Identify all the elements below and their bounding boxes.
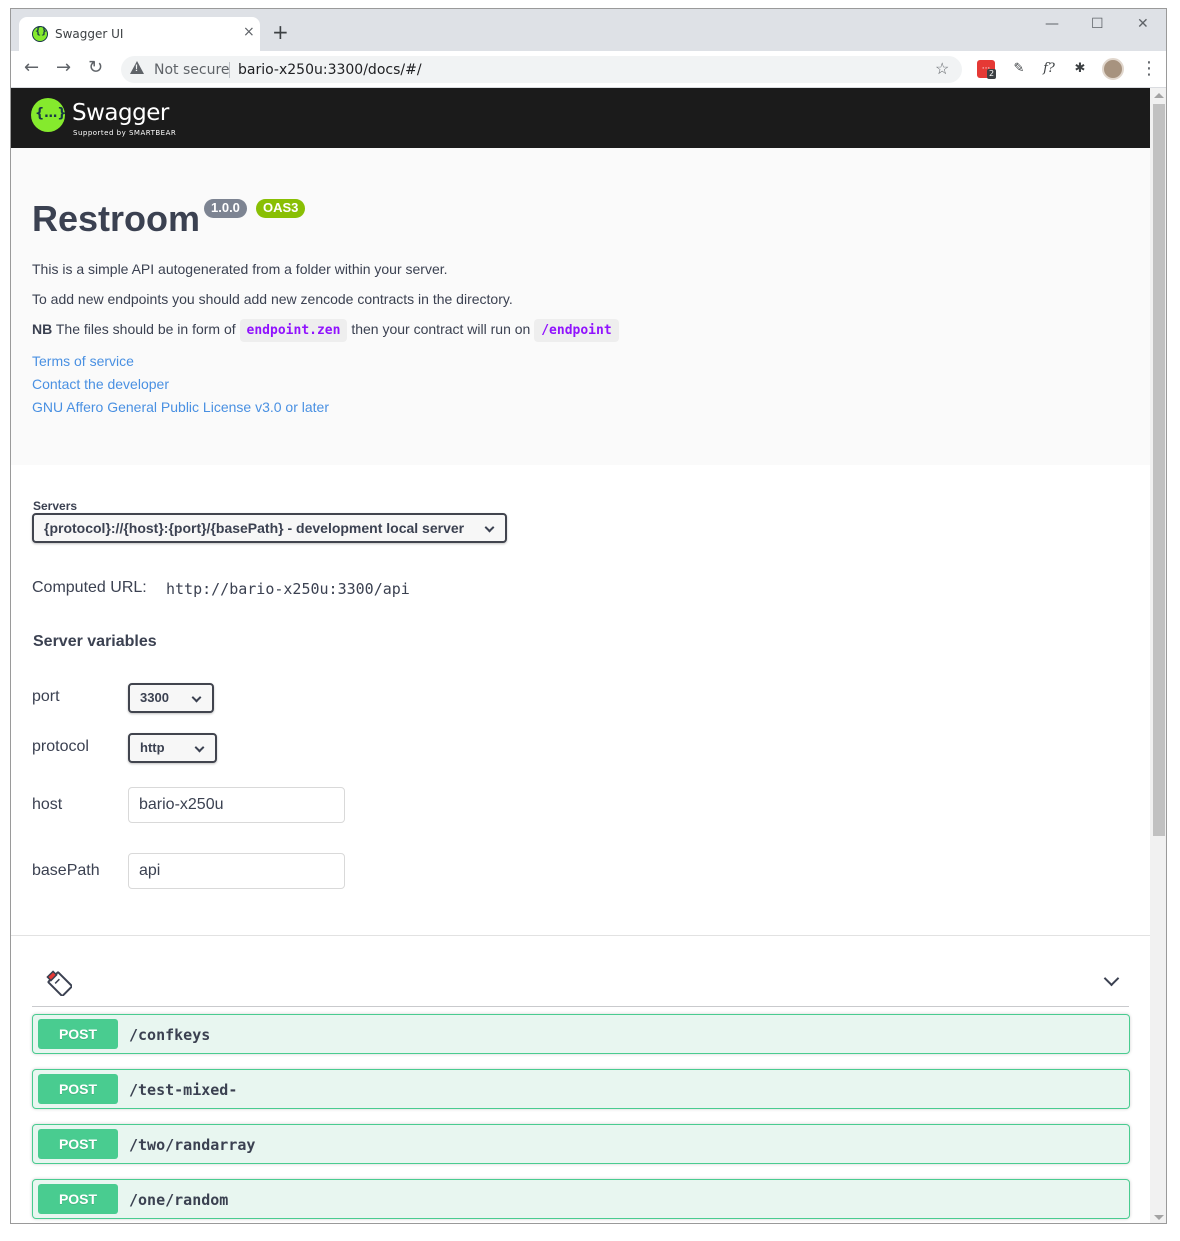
protocol-select-value: http bbox=[140, 740, 165, 755]
method-badge: POST bbox=[38, 1074, 118, 1104]
host-label: host bbox=[32, 796, 63, 813]
operation-path: /two/randarray bbox=[129, 1136, 256, 1154]
url-text[interactable]: bario-x250u:3300/docs/#/ bbox=[238, 62, 422, 78]
reload-button[interactable]: ↻ bbox=[88, 58, 103, 78]
puzzle-icon[interactable]: ✱ bbox=[1071, 60, 1089, 78]
swagger-topbar: Swagger Supported by SMARTBEAR bbox=[11, 88, 1150, 148]
code-endpoint-zen: endpoint.zen bbox=[239, 319, 348, 342]
port-label: port bbox=[32, 688, 60, 705]
browser-tab[interactable]: Swagger UI × bbox=[19, 17, 260, 51]
host-input[interactable]: bario-x250u bbox=[128, 787, 345, 823]
contact-developer-link[interactable]: Contact the developer bbox=[32, 376, 169, 392]
font-extension-icon[interactable]: f? bbox=[1040, 60, 1058, 78]
operation-path: /one/random bbox=[129, 1191, 229, 1209]
server-select[interactable]: {protocol}://{host}:{port}/{basePath} - … bbox=[32, 513, 507, 543]
operation-path: /confkeys bbox=[129, 1026, 211, 1044]
security-label[interactable]: Not secure bbox=[154, 62, 230, 78]
bookmark-star-icon[interactable]: ☆ bbox=[935, 59, 949, 79]
operation-path: /test-mixed- bbox=[129, 1081, 238, 1099]
scrollbar-thumb[interactable] bbox=[1153, 104, 1165, 836]
description-line-1: This is a simple API autogenerated from … bbox=[32, 261, 448, 277]
description-text-b: then your contract will run on bbox=[351, 321, 531, 337]
scroll-up-arrow-icon[interactable] bbox=[1154, 93, 1164, 98]
browser-menu-icon[interactable]: ⋮ bbox=[1140, 58, 1158, 79]
method-badge: POST bbox=[38, 1184, 118, 1214]
opblock-two-randarray[interactable]: POST /two/randarray bbox=[32, 1124, 1130, 1164]
chevron-down-icon bbox=[191, 692, 202, 703]
computed-url-label: Computed URL: bbox=[32, 579, 147, 596]
back-button[interactable]: ← bbox=[24, 58, 39, 78]
maximize-button[interactable]: ☐ bbox=[1091, 16, 1104, 32]
opblock-confkeys[interactable]: POST /confkeys bbox=[32, 1014, 1130, 1054]
forward-button[interactable]: → bbox=[56, 58, 71, 78]
swagger-favicon-icon bbox=[32, 26, 48, 42]
tab-title: Swagger UI bbox=[55, 27, 124, 41]
description-line-2: To add new endpoints you should add new … bbox=[32, 291, 513, 307]
servers-label: Servers bbox=[33, 499, 78, 513]
basepath-label: basePath bbox=[32, 862, 100, 879]
version-badge: 1.0.0 bbox=[204, 199, 247, 218]
api-title: Restroom bbox=[32, 198, 201, 239]
chevron-down-icon bbox=[194, 742, 205, 753]
swagger-logo-icon[interactable] bbox=[31, 98, 67, 132]
port-select[interactable]: 3300 bbox=[128, 683, 214, 713]
opblock-one-random[interactable]: POST /one/random bbox=[32, 1179, 1130, 1219]
code-endpoint-path: /endpoint bbox=[534, 319, 619, 342]
omnibox-divider bbox=[229, 62, 230, 78]
minimize-button[interactable]: — bbox=[1045, 16, 1059, 32]
browser-toolbar: ← → ↻ Not secure bario-x250u:3300/docs/#… bbox=[11, 51, 1166, 88]
eyedropper-extension-icon[interactable]: ✎ bbox=[1010, 60, 1028, 78]
nb-label: NB bbox=[32, 321, 53, 337]
opblock-test-mixed[interactable]: POST /test-mixed- bbox=[32, 1069, 1130, 1109]
protocol-select[interactable]: http bbox=[128, 733, 217, 763]
api-info: Restroom 1.0.0 OAS3 This is a simple API… bbox=[11, 148, 1150, 465]
server-select-value: {protocol}://{host}:{port}/{basePath} - … bbox=[44, 520, 465, 536]
browser-window: Swagger UI × + — ☐ ✕ ← → ↻ Not secure ba… bbox=[10, 8, 1167, 1224]
operations-section: POST /confkeys POST /test-mixed- POST /t… bbox=[11, 935, 1150, 1223]
description-text-a: The files should be in form of bbox=[55, 321, 236, 337]
port-select-value: 3300 bbox=[140, 690, 169, 705]
collapse-chevron-icon[interactable] bbox=[1103, 970, 1120, 987]
description-line-3: NB The files should be in form of endpoi… bbox=[32, 319, 619, 342]
scroll-down-arrow-icon[interactable] bbox=[1154, 1215, 1164, 1220]
new-tab-button[interactable]: + bbox=[272, 22, 289, 42]
computed-url-value: http://bario-x250u:3300/api bbox=[166, 580, 410, 598]
basepath-input[interactable]: api bbox=[128, 853, 345, 889]
terms-of-service-link[interactable]: Terms of service bbox=[32, 353, 134, 369]
method-badge: POST bbox=[38, 1019, 118, 1049]
servers-section: Servers {protocol}://{host}:{port}/{base… bbox=[11, 465, 1150, 935]
tag-section-header[interactable] bbox=[32, 964, 1129, 1007]
tag-icon bbox=[46, 970, 72, 996]
profile-avatar[interactable] bbox=[1102, 58, 1124, 80]
chevron-down-icon bbox=[484, 522, 495, 533]
extension-icon[interactable]: ··· 2 bbox=[977, 60, 997, 79]
server-variables-title: Server variables bbox=[33, 633, 157, 650]
license-link[interactable]: GNU Affero General Public License v3.0 o… bbox=[32, 399, 329, 415]
address-bar[interactable]: Not secure bario-x250u:3300/docs/#/ ☆ bbox=[121, 56, 962, 83]
close-window-button[interactable]: ✕ bbox=[1137, 16, 1149, 32]
swagger-logo-text[interactable]: Swagger bbox=[72, 100, 169, 126]
extension-badge: 2 bbox=[987, 69, 997, 79]
warning-icon[interactable] bbox=[130, 61, 144, 74]
oas-badge: OAS3 bbox=[256, 199, 306, 218]
page-viewport: Swagger Supported by SMARTBEAR Restroom … bbox=[11, 88, 1150, 1223]
page-scrollbar[interactable] bbox=[1150, 88, 1166, 1223]
protocol-label: protocol bbox=[32, 738, 89, 755]
tab-close-icon[interactable]: × bbox=[243, 24, 255, 40]
title-bar: Swagger UI × + — ☐ ✕ bbox=[11, 9, 1166, 51]
swagger-logo-subtitle: Supported by SMARTBEAR bbox=[73, 129, 177, 137]
method-badge: POST bbox=[38, 1129, 118, 1159]
